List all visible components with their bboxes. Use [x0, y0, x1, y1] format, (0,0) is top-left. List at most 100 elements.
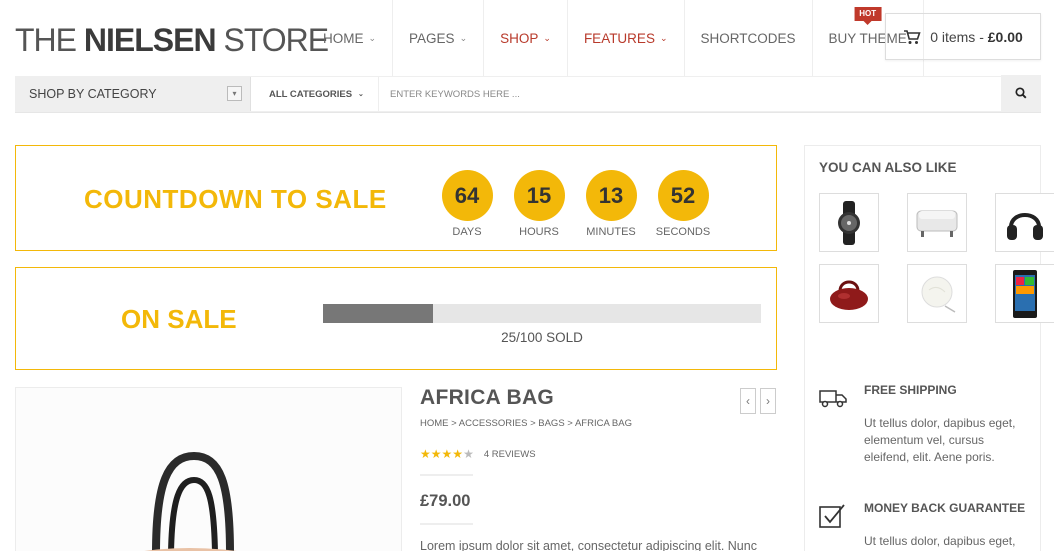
site-logo[interactable]: THE NIELSEN STORE [15, 20, 329, 60]
service-text-line: Ut tellus dolor, dapibus eget, [864, 416, 1016, 430]
watch-icon [838, 200, 860, 245]
breadcrumb: HOME > ACCESSORIES > BAGS > AFRICA BAG [420, 418, 632, 429]
nav-label: SHOP [500, 30, 539, 46]
countdown-timer: 64 DAYS 15 HOURS 13 MINUTES 52 SECONDS [431, 170, 719, 238]
chevron-down-icon: ⌄ [459, 32, 468, 43]
lamp-icon [921, 276, 956, 313]
headphones-icon [1007, 212, 1043, 240]
search-box: ALL CATEGORIES ⌄ [250, 77, 1001, 111]
all-categories-label: ALL CATEGORIES [269, 88, 353, 100]
nav-features[interactable]: FEATURES ⌄ [568, 0, 685, 76]
smartphone-icon [1013, 269, 1037, 318]
nav-label: FEATURES [583, 30, 655, 46]
header-divider [15, 112, 1041, 113]
star-icon: ★ [430, 447, 442, 461]
nav-label: PAGES [409, 30, 455, 46]
related-product-smartphone[interactable] [995, 264, 1054, 323]
bag-image [16, 388, 401, 551]
countdown-label: HOURS [519, 226, 559, 238]
service-text-line: eleifend, elit. Aene poris. [864, 450, 995, 464]
sold-count: 25/100 SOLD [501, 330, 583, 345]
product-name: AFRICA BAG [420, 386, 555, 409]
related-product-ottoman[interactable] [907, 193, 967, 252]
money-back-title: MONEY BACK GUARANTEE [864, 501, 1026, 515]
chevron-right-icon: › [766, 394, 770, 408]
on-sale-title: ON SALE [121, 304, 237, 334]
search-bar: SHOP BY CATEGORY ▾ ALL CATEGORIES ⌄ [15, 75, 1041, 112]
star-rating-icon: ★★★★★ [420, 447, 474, 461]
chevron-left-icon: ‹ [746, 394, 750, 408]
chevron-down-icon: ⌄ [543, 32, 551, 43]
chevron-down-icon: ⌄ [358, 91, 364, 98]
countdown-days: 64 DAYS [431, 170, 503, 238]
related-products-grid [819, 193, 1054, 323]
related-product-watch[interactable] [819, 193, 879, 252]
star-icon: ★ [463, 447, 474, 461]
countdown-label: DAYS [452, 226, 482, 238]
handbag-icon [830, 280, 868, 310]
logo-part-1: THE [15, 22, 84, 58]
logo-part-2: NIELSEN [83, 22, 217, 58]
divider [420, 474, 473, 476]
truck-icon [819, 390, 847, 408]
hot-badge: HOT [854, 7, 882, 25]
related-product-headphones[interactable] [995, 193, 1054, 252]
shop-by-category-label: SHOP BY CATEGORY [29, 87, 157, 101]
sidebar: YOU CAN ALSO LIKE FREE SHIPPING Ut tellu… [804, 145, 1054, 551]
product-price: £79.00 [420, 492, 471, 510]
countdown-value: 52 [657, 170, 709, 221]
search-input[interactable] [379, 78, 1001, 110]
related-product-lamp[interactable] [907, 264, 967, 323]
countdown-value: 13 [585, 170, 637, 221]
service-text-line: Ut tellus dolor, dapibus eget, [864, 534, 1016, 548]
chevron-down-icon: ⌄ [368, 32, 377, 43]
cart-button[interactable]: 0 items - £0.00 [885, 13, 1041, 60]
star-icon: ★ [441, 447, 453, 461]
next-product-button[interactable]: › [760, 388, 776, 414]
cart-total: £0.00 [987, 28, 1023, 45]
divider [420, 523, 473, 525]
product-rating: ★★★★★ 4 REVIEWS [420, 447, 536, 461]
prev-product-button[interactable]: ‹ [740, 388, 756, 414]
countdown-seconds: 52 SECONDS [647, 170, 719, 238]
all-categories-select[interactable]: ALL CATEGORIES ⌄ [251, 77, 379, 111]
product-image[interactable] [15, 387, 402, 551]
checkbox-icon [819, 504, 845, 528]
star-icon: ★ [420, 447, 431, 461]
review-count[interactable]: 4 REVIEWS [484, 449, 536, 460]
countdown-value: 15 [513, 170, 565, 221]
countdown-hours: 15 HOURS [503, 170, 575, 238]
nav-label: SHORTCODES [700, 30, 796, 46]
countdown-title: COUNTDOWN TO SALE [84, 184, 387, 214]
star-icon: ★ [452, 447, 464, 461]
nav-shop[interactable]: SHOP ⌄ [484, 0, 568, 76]
service-text-line: elementum vel, cursus [864, 433, 985, 447]
countdown-banner: COUNTDOWN TO SALE 64 DAYS 15 HOURS 13 MINUT… [15, 145, 777, 251]
nav-pages[interactable]: PAGES ⌄ [393, 0, 485, 76]
nav-label: HOME [323, 30, 364, 46]
nav-shortcodes[interactable]: SHORTCODES [685, 0, 813, 76]
nav-home[interactable]: HOME ⌄ [307, 0, 394, 76]
sold-progress-fill [323, 304, 433, 323]
free-shipping-text: Ut tellus dolor, dapibus eget, elementum… [864, 415, 1034, 466]
shop-by-category-button[interactable]: SHOP BY CATEGORY ▾ [15, 76, 250, 112]
sold-progress-bar [323, 304, 761, 323]
countdown-label: SECONDS [655, 226, 711, 238]
cart-count: 0 items - [930, 28, 984, 45]
countdown-value: 64 [441, 170, 493, 221]
search-icon [1015, 87, 1027, 99]
sidebar-title: YOU CAN ALSO LIKE [819, 160, 957, 175]
countdown-label: MINUTES [586, 226, 636, 238]
chevron-down-icon[interactable]: ▾ [227, 86, 242, 101]
related-product-handbag[interactable] [819, 264, 879, 323]
chevron-down-icon: ⌄ [659, 32, 668, 43]
money-back-text: Ut tellus dolor, dapibus eget, [864, 533, 1034, 550]
cart-icon [904, 29, 921, 44]
on-sale-banner: ON SALE 25/100 SOLD [15, 267, 777, 370]
product-description: Lorem ipsum dolor sit amet, consectetur … [420, 539, 757, 551]
free-shipping-title: FREE SHIPPING [864, 383, 957, 397]
countdown-minutes: 13 MINUTES [575, 170, 647, 238]
search-button[interactable] [1001, 75, 1041, 111]
main-nav: HOME ⌄ PAGES ⌄ SHOP ⌄ FEATURES ⌄ SHORTCODES … [307, 0, 924, 76]
ottoman-icon [916, 210, 958, 237]
